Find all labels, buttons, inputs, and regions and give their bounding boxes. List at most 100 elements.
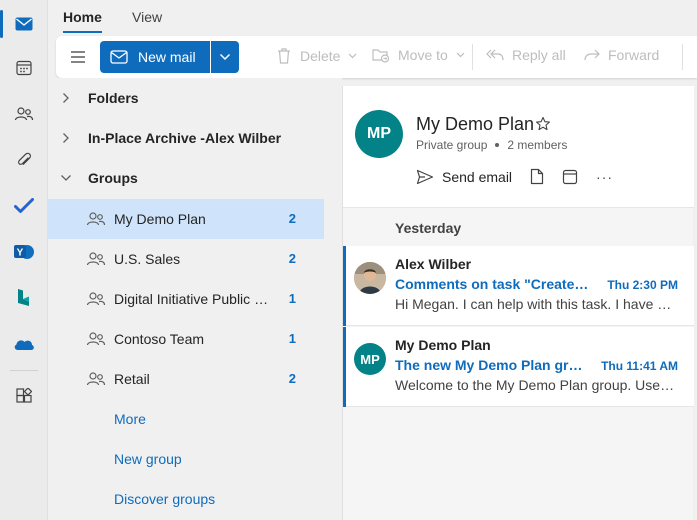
- paperclip-icon: [18, 152, 31, 165]
- chevron-right-icon: [63, 133, 69, 143]
- people-icon: [14, 107, 34, 121]
- group-header-card: MP My Demo Plan Private group 2 members …: [343, 86, 694, 208]
- new-mail-dropdown-button[interactable]: [211, 41, 239, 73]
- todo-app-button[interactable]: [0, 184, 48, 228]
- group-item-label: My Demo Plan: [114, 211, 206, 227]
- group-avatar[interactable]: MP: [355, 110, 403, 158]
- app-rail: Y: [0, 0, 48, 520]
- bookings-app-button[interactable]: [0, 276, 48, 320]
- groups-label: Groups: [88, 170, 138, 186]
- chevron-down-icon: [219, 53, 231, 61]
- group-item-label: Digital Initiative Public Relations: [114, 291, 276, 307]
- archive-node[interactable]: In-Place Archive -Alex Wilber: [48, 118, 324, 158]
- forward-button[interactable]: Forward: [584, 47, 659, 63]
- discover-groups-label: Discover groups: [114, 491, 216, 507]
- group-item-us-sales[interactable]: U.S. Sales 2: [48, 239, 324, 279]
- send-icon: [416, 169, 434, 184]
- message-subject: Comments on task "Create the sales plan": [395, 276, 590, 292]
- yammer-icon: Y: [14, 245, 34, 259]
- group-privacy: Private group: [416, 138, 488, 152]
- files-app-button[interactable]: [0, 138, 48, 182]
- group-actions: Send email ···: [416, 168, 631, 185]
- date-group-header: Yesterday: [395, 220, 462, 236]
- svg-text:Y: Y: [17, 248, 24, 259]
- group-item-retail[interactable]: Retail 2: [48, 359, 324, 399]
- message-time: Thu 2:30 PM: [607, 278, 678, 292]
- folders-label: Folders: [88, 90, 139, 106]
- sender-avatar: MP: [354, 343, 386, 375]
- discover-groups-link[interactable]: Discover groups: [48, 479, 324, 519]
- mail-app-button[interactable]: [0, 2, 48, 46]
- ellipsis-icon: ···: [596, 168, 614, 185]
- unread-count: 2: [288, 251, 296, 266]
- unread-count: 1: [288, 331, 296, 346]
- person-photo-icon: [354, 262, 386, 294]
- groups-node[interactable]: Groups: [48, 158, 324, 198]
- message-time: Thu 11:41 AM: [601, 359, 678, 373]
- hamburger-icon: [71, 51, 85, 63]
- group-item-contoso-team[interactable]: Contoso Team 1: [48, 319, 324, 359]
- folder-move-icon: [372, 49, 390, 63]
- group-item-my-demo-plan[interactable]: My Demo Plan 2: [48, 199, 324, 239]
- folders-node[interactable]: Folders: [48, 78, 324, 118]
- calendar-app-button[interactable]: [0, 46, 48, 90]
- onedrive-cloud-icon: [14, 340, 34, 350]
- new-group-link[interactable]: New group: [48, 439, 324, 479]
- group-item-label: Contoso Team: [114, 331, 205, 347]
- group-item-digital-initiative[interactable]: Digital Initiative Public Relations 1: [48, 279, 324, 319]
- reply-all-icon: [486, 49, 504, 61]
- more-options-button[interactable]: ···: [596, 169, 613, 185]
- apps-grid-icon: [16, 388, 32, 403]
- more-apps-button[interactable]: [0, 374, 48, 418]
- star-icon[interactable]: [535, 116, 551, 132]
- new-mail-button[interactable]: New mail: [100, 41, 210, 73]
- bookings-icon: [18, 289, 29, 306]
- group-title: My Demo Plan: [416, 114, 535, 134]
- move-to-label: Move to: [398, 47, 448, 63]
- calendar-icon: [16, 60, 32, 76]
- reply-all-button[interactable]: Reply all: [486, 47, 566, 63]
- delete-button[interactable]: Delete: [276, 47, 357, 65]
- reply-all-label: Reply all: [512, 47, 566, 63]
- ribbon-tabs: Home View: [48, 0, 697, 36]
- forward-label: Forward: [608, 47, 660, 63]
- message-sender: Alex Wilber: [395, 256, 472, 272]
- group-people-icon: [86, 292, 106, 306]
- group-people-icon: [86, 372, 106, 386]
- tab-view[interactable]: View: [132, 9, 162, 25]
- sender-avatar-photo: [354, 262, 386, 294]
- message-item[interactable]: Alex Wilber Comments on task "Create the…: [343, 246, 694, 326]
- people-app-button[interactable]: [0, 92, 48, 136]
- document-icon: [530, 168, 544, 185]
- group-subtitle: Private group 2 members: [416, 138, 567, 152]
- unread-count: 2: [288, 371, 296, 386]
- group-item-label: U.S. Sales: [114, 251, 181, 267]
- new-group-label: New group: [114, 451, 182, 467]
- move-to-button[interactable]: Move to: [372, 47, 465, 63]
- trash-icon: [278, 48, 290, 64]
- collapse-pane-button[interactable]: [68, 47, 88, 67]
- rail-divider: [10, 370, 38, 371]
- forward-icon: [584, 49, 600, 61]
- mail-icon: [15, 17, 33, 31]
- group-members[interactable]: 2 members: [507, 138, 567, 152]
- group-calendar-button[interactable]: [562, 169, 578, 185]
- chevron-down-icon: [61, 175, 71, 181]
- unread-count: 2: [288, 211, 296, 226]
- group-people-icon: [86, 212, 106, 226]
- message-sender: My Demo Plan: [395, 337, 491, 353]
- chevron-right-icon: [63, 93, 69, 103]
- archive-label: In-Place Archive -Alex Wilber: [88, 130, 282, 146]
- separator-dot: [495, 143, 500, 147]
- tab-home[interactable]: Home: [63, 9, 102, 33]
- onedrive-app-button[interactable]: [0, 322, 48, 366]
- more-groups-link[interactable]: More: [48, 399, 324, 439]
- yammer-app-button[interactable]: Y: [0, 230, 48, 274]
- message-item[interactable]: MP My Demo Plan The new My Demo Plan gro…: [343, 327, 694, 407]
- unread-count: 1: [288, 291, 296, 306]
- toolbar-divider: [682, 44, 683, 70]
- send-email-button[interactable]: Send email: [416, 169, 512, 185]
- message-preview: Welcome to the My Demo Plan group. Use t…: [395, 377, 677, 393]
- group-files-button[interactable]: [530, 168, 544, 185]
- chevron-down-icon: [456, 52, 465, 58]
